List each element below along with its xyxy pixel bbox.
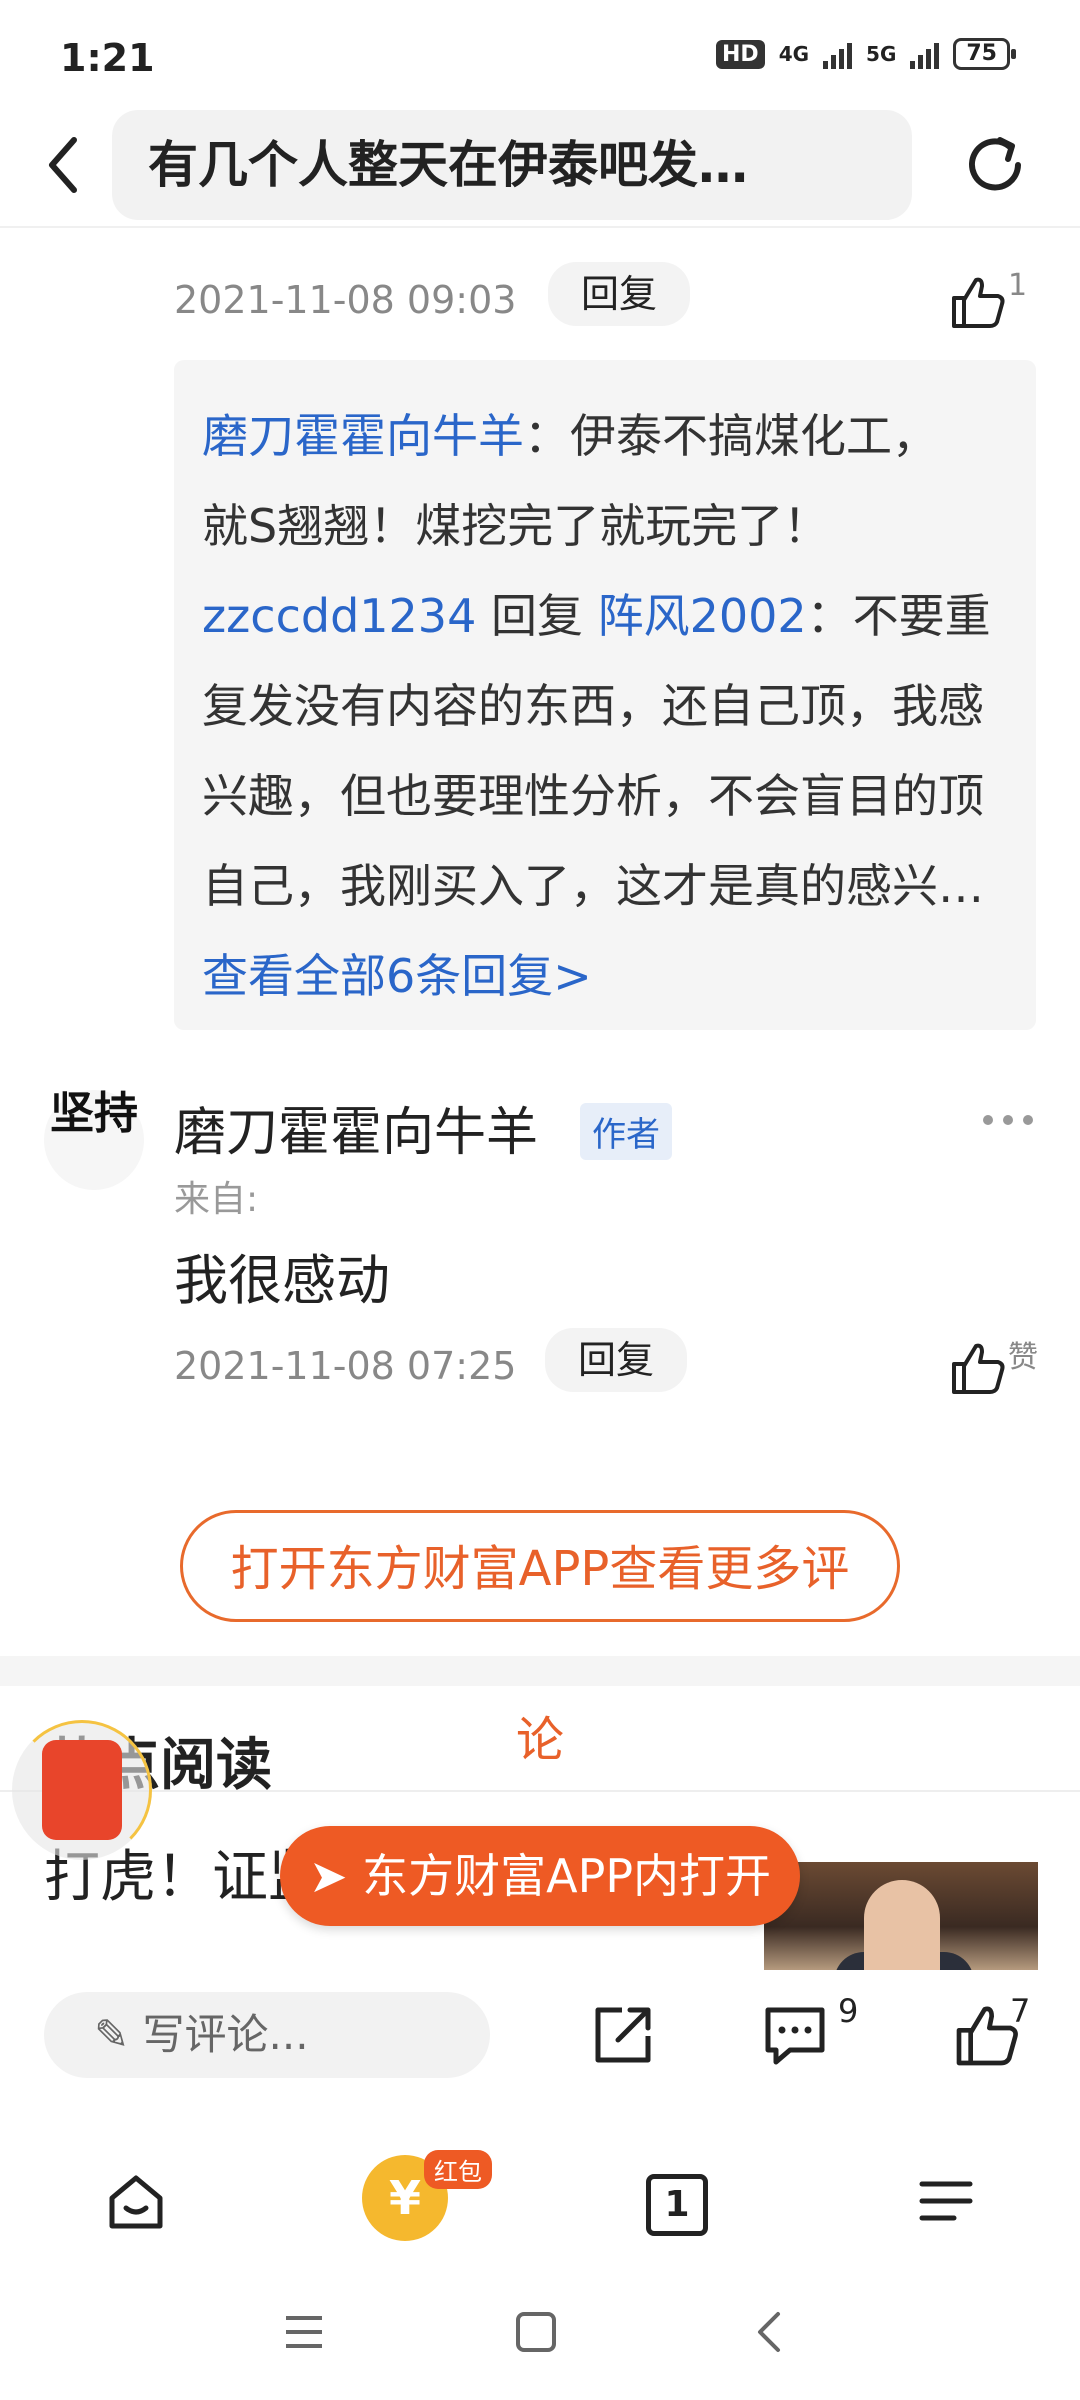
hd-badge: HD	[716, 39, 765, 69]
net-5g-label: 5G	[866, 42, 897, 66]
status-time: 1:21	[60, 36, 155, 80]
home-icon[interactable]	[104, 2170, 168, 2234]
write-comment-placeholder: 写评论...	[142, 2010, 309, 2059]
thumbs-up-icon[interactable]	[948, 1338, 1008, 1398]
signal-icon	[823, 39, 853, 69]
paper-plane-icon: ➤	[308, 1849, 363, 1903]
pencil-icon: ✎	[94, 2010, 143, 2059]
avatar[interactable]: 坚持	[44, 1090, 144, 1190]
comment-date: 2021-11-08 09:03	[174, 278, 517, 322]
battery-icon: 75	[953, 38, 1016, 70]
reply-target-link[interactable]: 阵风2002	[598, 589, 807, 643]
section-separator	[0, 1656, 1080, 1686]
browser-bottom-nav: ¥ 红包 1	[0, 2120, 1080, 2270]
replies-box: 磨刀霍霍向牛羊：伊泰不搞煤化工， 就S翘翘！煤挖完了就玩完了！ zzccdd12…	[174, 360, 1036, 1030]
reply-word: 回复	[490, 589, 583, 643]
red-packet-badge: 红包	[424, 2150, 492, 2189]
reply-button[interactable]: 回复	[545, 1328, 687, 1392]
status-bar: 1:21 HD 4G 5G 75	[0, 0, 1080, 110]
comment-text: 我很感动	[174, 1249, 390, 1312]
signal-icon-2	[910, 39, 940, 69]
reply-line: zzccdd1234 回复 阵风2002：不要重	[202, 580, 991, 646]
reply-text: ：伊泰不搞煤化工，	[524, 409, 938, 463]
author-badge: 作者	[580, 1103, 672, 1160]
red-packet-bag	[42, 1740, 122, 1840]
comment-icon[interactable]	[760, 2000, 830, 2070]
back-icon[interactable]	[748, 2310, 792, 2354]
home-square-icon[interactable]	[514, 2310, 558, 2354]
net-4g-label: 4G	[778, 42, 810, 66]
reply-text: 兴趣，但也要理性分析，不会盲目的顶	[202, 769, 984, 823]
like-count: 7	[1010, 1992, 1031, 2030]
reply-button[interactable]: 回复	[548, 262, 690, 326]
page-title: 有几个人整天在伊泰吧发…	[112, 110, 912, 220]
reply-text: 自己，我刚买入了，这才是真的感兴…	[202, 859, 984, 913]
view-all-replies-link[interactable]: 查看全部6条回复>	[202, 940, 592, 1006]
status-icons: HD 4G 5G 75	[716, 38, 1016, 70]
reply-author-link[interactable]: 磨刀霍霍向牛羊	[202, 409, 524, 463]
reply-text: 复发没有内容的东西，还自己顶，我感	[202, 679, 984, 733]
open-app-more-comments-button[interactable]: 打开东方财富APP查看更多评	[180, 1510, 900, 1622]
menu-icon[interactable]	[918, 2176, 974, 2226]
like-label: 赞	[1008, 1340, 1038, 1375]
divider	[0, 1790, 1080, 1792]
write-comment-input[interactable]: ✎ 写评论...	[44, 1992, 490, 2078]
comment-source: 来自:	[174, 1179, 259, 1220]
open-in-app-label: 东方财富APP内打开	[362, 1849, 772, 1903]
thumbnail-face	[864, 1880, 940, 1970]
share-icon[interactable]	[588, 2000, 658, 2070]
thumbs-up-icon[interactable]	[948, 272, 1008, 332]
red-packet-float-icon[interactable]	[12, 1720, 152, 1860]
refresh-icon[interactable]	[960, 130, 1030, 200]
reply-text: 就S翘翘！煤挖完了就玩完了！	[202, 499, 830, 553]
like-count: 1	[1008, 268, 1028, 303]
news-thumbnail[interactable]	[764, 1862, 1038, 1970]
divider	[0, 226, 1080, 228]
reply-line: 磨刀霍霍向牛羊：伊泰不搞煤化工，	[202, 400, 938, 466]
system-nav-bar	[0, 2270, 1080, 2400]
tabs-button[interactable]: 1	[646, 2174, 708, 2236]
recent-apps-icon[interactable]	[282, 2310, 326, 2354]
reply-text: ：不要重	[806, 589, 991, 643]
more-options-icon[interactable]	[980, 1110, 1036, 1130]
open-in-app-floating-button[interactable]: ➤ 东方财富APP内打开	[280, 1826, 800, 1926]
comment-count: 9	[838, 1992, 859, 2030]
chevron-left-icon[interactable]	[40, 130, 90, 200]
commenter-name[interactable]: 磨刀霍霍向牛羊	[174, 1090, 538, 1165]
reply-author-link[interactable]: zzccdd1234	[202, 589, 476, 643]
comment-date: 2021-11-08 07:25	[174, 1344, 517, 1388]
